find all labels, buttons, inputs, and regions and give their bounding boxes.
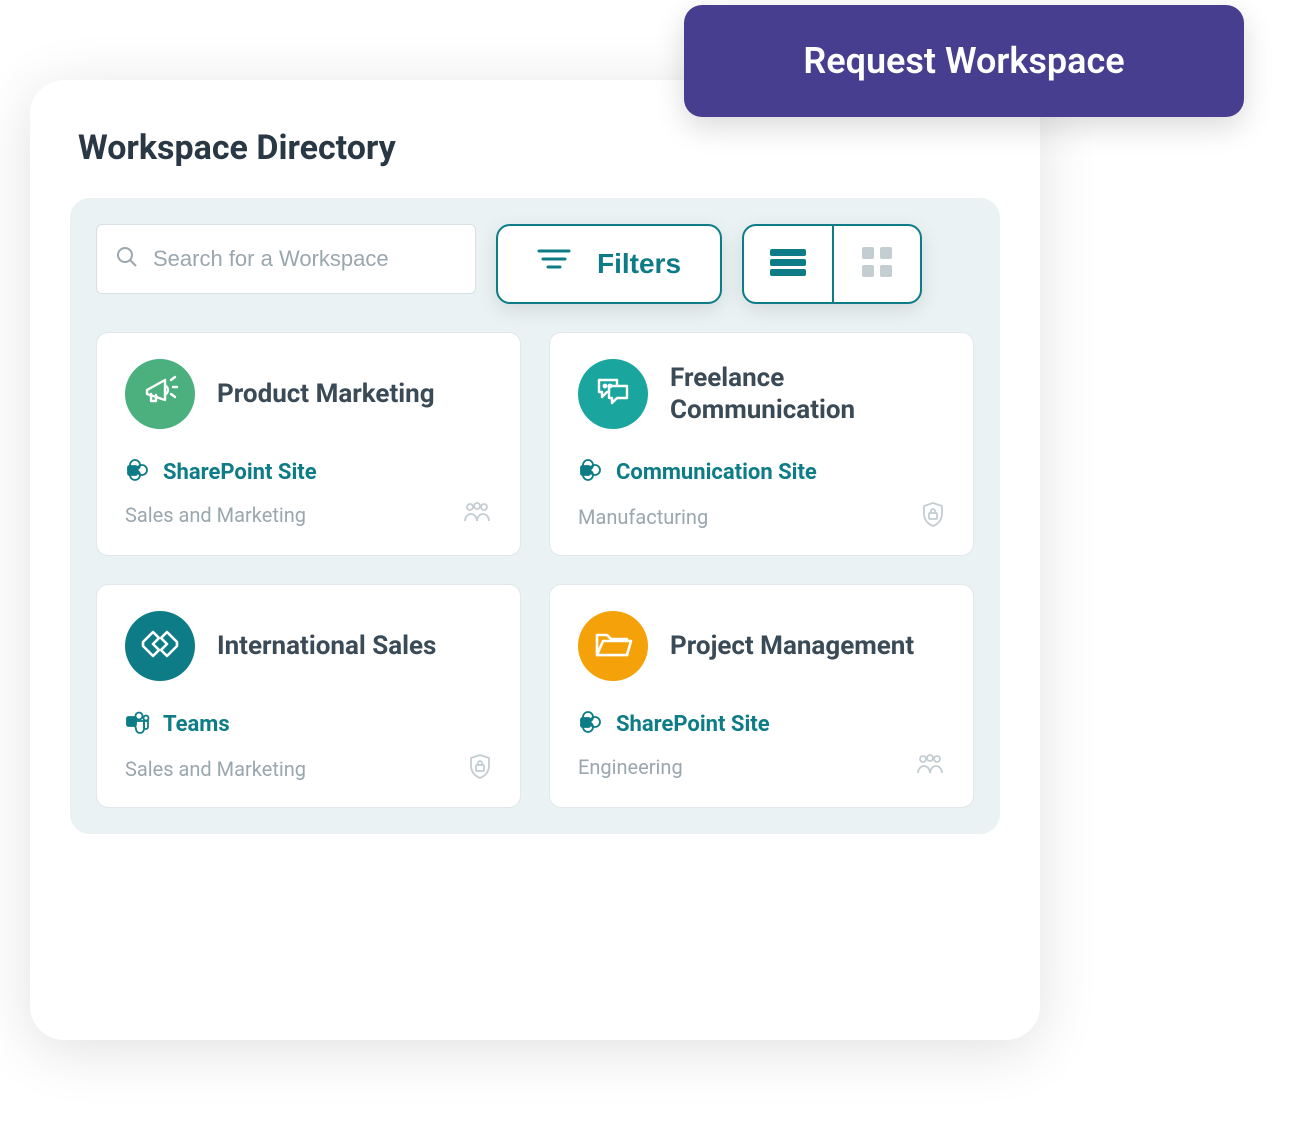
search-field[interactable] (96, 224, 476, 294)
svg-text:T: T (129, 719, 134, 726)
workspace-avatar (125, 611, 195, 681)
workspace-footer: Sales and Marketing (125, 501, 492, 529)
search-icon (115, 245, 139, 273)
filters-button[interactable]: Filters (496, 224, 722, 304)
workspace-type: SharePoint Site (163, 460, 317, 485)
folder-icon (593, 627, 633, 665)
chat-icon (593, 372, 633, 416)
svg-text:S: S (583, 468, 588, 475)
search-input[interactable] (153, 246, 457, 272)
workspace-title: International Sales (217, 630, 436, 663)
card-header: Product Marketing (125, 359, 492, 429)
megaphone-icon (141, 373, 179, 415)
workspace-type-row: S Communication Site (578, 457, 945, 487)
workspace-footer: Sales and Marketing (125, 753, 492, 785)
directory-body: Filters (70, 198, 1000, 834)
workspace-type-row: S SharePoint Site (125, 457, 492, 487)
workspace-type: SharePoint Site (616, 712, 770, 737)
filter-icon (537, 248, 571, 281)
workspace-footer: Manufacturing (578, 501, 945, 533)
workspace-directory-panel: Workspace Directory (30, 80, 1040, 1040)
workspace-type-row: T Teams (125, 709, 492, 739)
list-icon (768, 247, 808, 281)
sharepoint-icon: S (578, 709, 604, 739)
view-toggle (742, 224, 922, 304)
workspace-type-row: S SharePoint Site (578, 709, 945, 739)
svg-text:S: S (130, 468, 135, 475)
group-icon (915, 753, 945, 781)
grid-icon (860, 245, 894, 283)
workspace-title: Project Management (670, 630, 914, 663)
workspace-avatar (578, 611, 648, 681)
workspace-avatar (125, 359, 195, 429)
filters-label: Filters (597, 248, 681, 280)
workspace-card[interactable]: Freelance Communication S Communication … (549, 332, 974, 556)
svg-text:S: S (583, 720, 588, 727)
workspace-title: Product Marketing (217, 378, 435, 411)
request-workspace-label: Request Workspace (803, 40, 1124, 82)
shield-lock-icon (468, 753, 492, 785)
workspace-card[interactable]: Product Marketing S SharePoint Site Sale… (96, 332, 521, 556)
grid-view-button[interactable] (832, 226, 920, 302)
workspace-category: Engineering (578, 755, 683, 779)
shield-lock-icon (921, 501, 945, 533)
sharepoint-icon: S (578, 457, 604, 487)
card-header: International Sales (125, 611, 492, 681)
workspace-type: Teams (163, 712, 230, 737)
card-header: Freelance Communication (578, 359, 945, 429)
page-title: Workspace Directory (78, 128, 1000, 168)
teams-icon: T (125, 709, 151, 739)
toolbar: Filters (96, 224, 974, 304)
arrows-icon (139, 628, 181, 664)
workspace-category: Manufacturing (578, 505, 708, 529)
workspace-title: Freelance Communication (670, 362, 945, 427)
workspace-footer: Engineering (578, 753, 945, 781)
workspace-type: Communication Site (616, 460, 817, 485)
workspace-grid: Product Marketing S SharePoint Site Sale… (96, 332, 974, 808)
card-header: Project Management (578, 611, 945, 681)
workspace-card[interactable]: Project Management S SharePoint Site Eng… (549, 584, 974, 808)
workspace-card[interactable]: International Sales T Teams Sales and (96, 584, 521, 808)
request-workspace-button[interactable]: Request Workspace (684, 5, 1244, 117)
workspace-category: Sales and Marketing (125, 757, 306, 781)
workspace-category: Sales and Marketing (125, 503, 306, 527)
sharepoint-icon: S (125, 457, 151, 487)
list-view-button[interactable] (744, 226, 832, 302)
group-icon (462, 501, 492, 529)
workspace-avatar (578, 359, 648, 429)
